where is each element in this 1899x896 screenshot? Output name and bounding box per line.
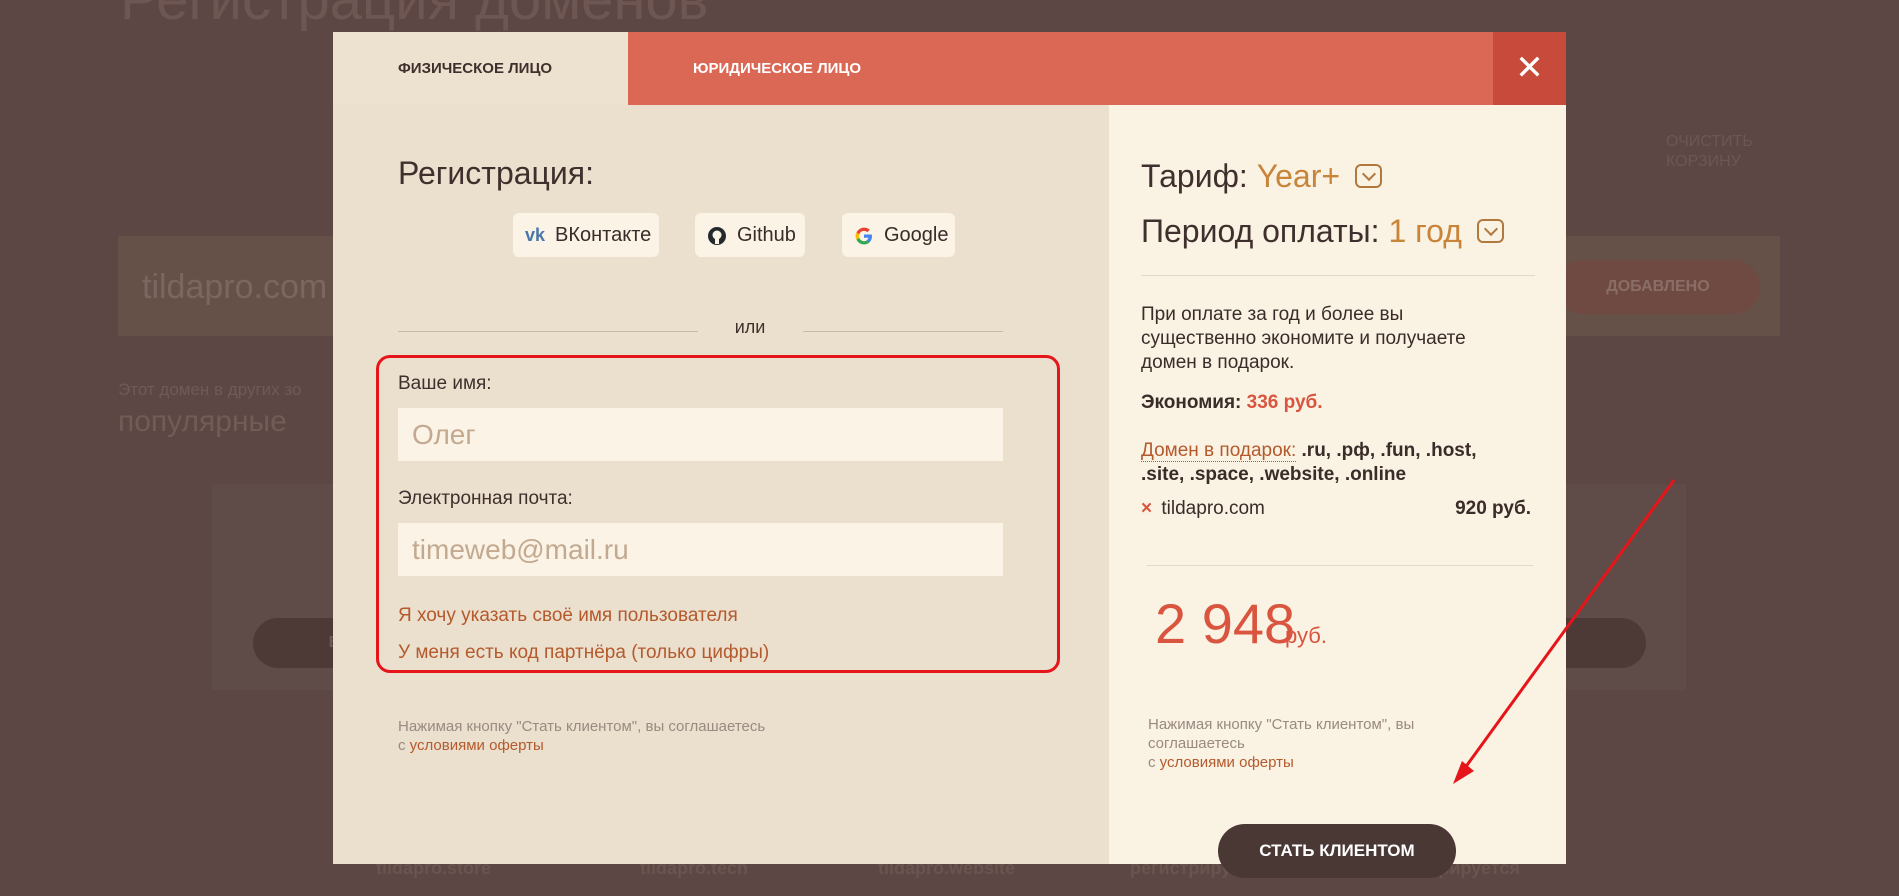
custom-username-link[interactable]: Я хочу указать своё имя пользователя [398, 605, 738, 627]
vk-label: ВКонтакте [555, 224, 652, 246]
tariff-label: Тариф: [1141, 158, 1248, 194]
savings-info: При оплате за год и более вы существенно… [1141, 304, 1466, 373]
google-icon [854, 213, 874, 257]
order-summary-panel: Тариф: Year+ Период оплаты: 1 год При оп… [1109, 105, 1566, 878]
gift-domain-link[interactable]: Домен в подарок: [1141, 440, 1297, 462]
divider [1141, 275, 1535, 276]
tab-individual[interactable]: ФИЗИЧЕСКОЕ ЛИЦО [333, 32, 628, 105]
tab-legal-entity[interactable]: ЮРИДИЧЕСКОЕ ЛИЦО [628, 32, 993, 105]
name-label: Ваше имя: [398, 373, 492, 394]
bg-clear-cart: ОЧИСТИТЬ КОРЗИНУ [1666, 133, 1753, 170]
divider [1147, 565, 1533, 566]
terms-text: Нажимая кнопку "Стать клиентом", вы согл… [1148, 716, 1415, 752]
name-input[interactable] [398, 408, 1003, 461]
divider [803, 331, 1003, 332]
github-label: Github [737, 224, 796, 246]
chevron-down-icon[interactable] [1354, 163, 1382, 188]
close-button[interactable]: ✕ [1493, 32, 1566, 105]
google-label: Google [884, 224, 949, 246]
close-icon: ✕ [1515, 49, 1544, 87]
bg-popular: популярные [118, 405, 287, 438]
become-client-button[interactable]: СТАТЬ КЛИЕНТОМ [1218, 824, 1456, 878]
bg-added-button: ДОБАВЛЕНО [1556, 260, 1760, 314]
savings-label: Экономия: [1141, 392, 1242, 413]
period-row: Период оплаты: 1 год [1141, 213, 1504, 250]
terms-notice: Нажимая кнопку "Стать клиентом", вы согл… [1148, 715, 1448, 772]
email-input[interactable] [398, 523, 1003, 576]
or-text: или [734, 317, 766, 337]
terms-prefix: с [1148, 754, 1156, 771]
period-label: Период оплаты: [1141, 213, 1380, 249]
github-login-button[interactable]: Github [695, 213, 805, 257]
savings-row: Экономия: 336 руб. [1141, 391, 1521, 415]
google-login-button[interactable]: Google [842, 213, 955, 257]
tab-bar: ФИЗИЧЕСКОЕ ЛИЦО ЮРИДИЧЕСКОЕ ЛИЦО ✕ [333, 32, 1566, 105]
terms-prefix: с [398, 737, 406, 754]
registration-modal: ФИЗИЧЕСКОЕ ЛИЦО ЮРИДИЧЕСКОЕ ЛИЦО ✕ Регис… [333, 32, 1566, 878]
vk-icon: vk [525, 225, 546, 245]
total-price: 2 948 [1155, 592, 1296, 655]
terms-text: Нажимая кнопку "Стать клиентом", вы согл… [398, 718, 766, 735]
terms-link[interactable]: условиями оферты [1160, 754, 1294, 771]
bg-other-zones: Этот домен в других зо [118, 380, 302, 399]
terms-link[interactable]: условиями оферты [410, 737, 544, 754]
cart-item-name: tildapro.com [1161, 498, 1265, 519]
divider [398, 331, 698, 332]
partner-code-link[interactable]: У меня есть код партнёра (только цифры) [398, 642, 769, 664]
bg-page-title: Регистрация доменов [120, 0, 709, 33]
email-label: Электронная почта: [398, 488, 573, 509]
github-icon [707, 213, 727, 257]
period-value[interactable]: 1 год [1388, 213, 1461, 249]
total-currency: руб. [1285, 623, 1327, 648]
savings-value: 336 руб. [1246, 392, 1323, 413]
terms-notice: Нажимая кнопку "Стать клиентом", вы согл… [398, 717, 818, 755]
tariff-row: Тариф: Year+ [1141, 158, 1382, 195]
registration-form-panel: Регистрация: vk ВКонтакте Github Google [333, 105, 1109, 864]
vk-login-button[interactable]: vk ВКонтакте [513, 213, 659, 257]
chevron-down-icon[interactable] [1476, 218, 1504, 243]
registration-title: Регистрация: [398, 155, 594, 191]
cart-item: × tildapro.com 920 руб. [1141, 497, 1531, 521]
bg-search-value: tildapro.com [142, 268, 328, 306]
gift-row: Домен в подарок: .ru, .рф, .fun, .host, … [1141, 439, 1521, 487]
remove-item-icon[interactable]: × [1141, 498, 1152, 519]
tariff-value[interactable]: Year+ [1257, 158, 1340, 194]
cart-item-price: 920 руб. [1455, 498, 1531, 519]
